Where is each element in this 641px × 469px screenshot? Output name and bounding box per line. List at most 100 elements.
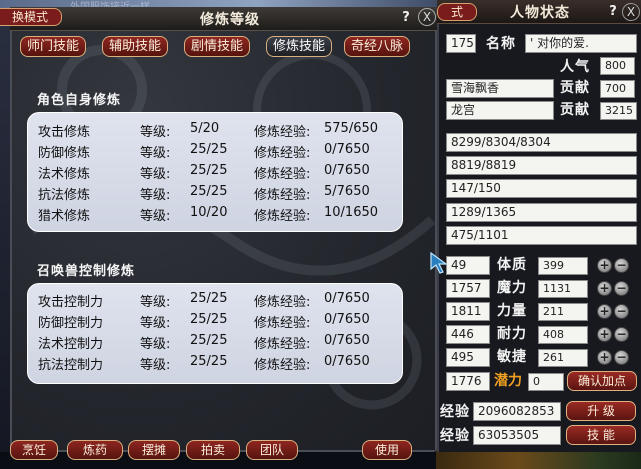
name-label: 名称: [486, 36, 516, 52]
plus-icon[interactable]: +: [597, 281, 612, 296]
cooking-button[interactable]: 烹饪: [10, 440, 58, 460]
attr-label-magic: 魔力: [497, 280, 527, 296]
cultivation-row: 抗法控制力 等级: 25/25 修炼经验: 0/7650: [38, 354, 398, 375]
skills-button[interactable]: 技 能: [566, 425, 636, 445]
row-name: 法术修炼: [38, 167, 91, 182]
minus-icon[interactable]: −: [614, 327, 629, 342]
attr-left-value: 1757: [446, 279, 490, 298]
character-help-button[interactable]: ?: [605, 4, 621, 20]
pet-cultivation-box: 攻击控制力 等级: 25/25 修炼经验: 0/7650 防御控制力 等级: 2…: [27, 283, 403, 384]
row-exp: 575/650: [324, 121, 379, 136]
minus-icon[interactable]: −: [614, 281, 629, 296]
row-exp: 0/7650: [324, 333, 370, 348]
auction-button[interactable]: 拍卖: [186, 440, 240, 460]
row-level: 10/20: [190, 205, 228, 220]
sect-field: 龙宫: [446, 101, 554, 120]
row-exp: 0/7650: [324, 163, 370, 178]
row-level-label: 等级:: [140, 125, 171, 140]
level-up-button[interactable]: 升 级: [566, 401, 636, 421]
dialog-help-button[interactable]: ?: [398, 10, 414, 26]
tab-support-skills[interactable]: 辅助技能: [102, 36, 168, 57]
vitality-bar: 1289/1365: [446, 203, 637, 222]
row-level-label: 等级:: [140, 316, 171, 331]
tab-story-skills[interactable]: 剧情技能: [184, 36, 250, 57]
row-level: 25/25: [190, 142, 228, 157]
exp-field: 2096082853: [473, 402, 561, 421]
popularity-field: 800: [600, 57, 635, 75]
tab-sect-skills[interactable]: 师门技能: [20, 36, 86, 57]
team-button[interactable]: 团队: [246, 440, 298, 460]
attr-value-agility: 261: [538, 349, 588, 367]
character-close-button[interactable]: X: [622, 3, 640, 21]
attr-value-constitution: 399: [538, 257, 588, 275]
potential-label: 潜力: [494, 373, 522, 389]
character-mode-tab[interactable]: 式: [437, 3, 477, 21]
cultivation-row: 法术修炼 等级: 25/25 修炼经验: 0/7650: [38, 163, 398, 184]
minus-icon[interactable]: −: [614, 350, 629, 365]
dialog-close-button[interactable]: X: [418, 8, 436, 26]
row-exp-label: 修炼经验:: [254, 337, 311, 352]
minus-icon[interactable]: −: [614, 304, 629, 319]
attr-left-value: 495: [446, 348, 490, 367]
attr-label-strength: 力量: [497, 303, 527, 319]
use-button[interactable]: 使用: [362, 440, 412, 460]
plus-icon[interactable]: +: [597, 327, 612, 342]
minus-icon[interactable]: −: [614, 258, 629, 273]
row-exp: 0/7650: [324, 354, 370, 369]
row-level-label: 等级:: [140, 146, 171, 161]
row-level-label: 等级:: [140, 295, 171, 310]
stall-button[interactable]: 摆摊: [128, 440, 180, 460]
alchemy-button[interactable]: 炼药: [67, 440, 123, 460]
exp2-label: 经验: [440, 428, 470, 444]
attr-left-value: 446: [446, 325, 490, 344]
row-exp-label: 修炼经验:: [254, 316, 311, 331]
row-name: 防御控制力: [38, 316, 104, 331]
popularity-label: 人气: [560, 59, 590, 75]
row-level: 25/25: [190, 291, 228, 306]
row-level-label: 等级:: [140, 209, 171, 224]
confirm-points-button[interactable]: 确认加点: [567, 371, 637, 391]
row-name: 防御修炼: [38, 146, 91, 161]
row-name: 法术控制力: [38, 337, 104, 352]
name-field: ' 对你的爱.: [525, 34, 637, 53]
faction-field: 雪海飘香: [446, 79, 554, 98]
exp-label: 经验: [440, 404, 470, 420]
row-exp-label: 修炼经验:: [254, 167, 311, 182]
plus-icon[interactable]: +: [597, 350, 612, 365]
anger-bar: 147/150: [446, 179, 637, 198]
row-name: 攻击修炼: [38, 125, 91, 140]
row-exp-label: 修炼经验:: [254, 146, 311, 161]
row-exp-label: 修炼经验:: [254, 358, 311, 373]
plus-icon[interactable]: +: [597, 258, 612, 273]
self-cultivation-box: 攻击修炼 等级: 5/20 修炼经验: 575/650 防御修炼 等级: 25/…: [27, 112, 403, 232]
cultivation-row: 法术控制力 等级: 25/25 修炼经验: 0/7650: [38, 333, 398, 354]
game-scene-left: [0, 12, 10, 452]
contribution-label: 贡献: [560, 80, 590, 96]
row-exp-label: 修炼经验:: [254, 295, 311, 310]
row-name: 猎术修炼: [38, 209, 91, 224]
cultivation-row: 防御控制力 等级: 25/25 修炼经验: 0/7650: [38, 312, 398, 333]
attr-left-value: 49: [446, 256, 490, 275]
tab-cultivation-skills[interactable]: 修炼技能: [266, 36, 332, 57]
pet-cultivation-title: 召唤兽控制修炼: [37, 264, 136, 279]
row-level: 25/25: [190, 184, 228, 199]
attr-value-strength: 211: [538, 303, 588, 321]
row-level: 5/20: [190, 121, 220, 136]
hp-bar: 8299/8304/8304: [446, 133, 637, 152]
plus-icon[interactable]: +: [597, 304, 612, 319]
dialog-title: 修炼等级: [200, 12, 260, 28]
mp-bar: 8819/8819: [446, 156, 637, 175]
cultivation-row: 攻击控制力 等级: 25/25 修炼经验: 0/7650: [38, 291, 398, 312]
row-level: 25/25: [190, 333, 228, 348]
contribution-field: 700: [600, 80, 635, 98]
attr-label-agility: 敏捷: [497, 349, 527, 365]
switch-mode-tab[interactable]: 换模式: [0, 8, 62, 26]
row-exp: 0/7650: [324, 142, 370, 157]
row-name: 抗法修炼: [38, 188, 91, 203]
attr-label-endurance: 耐力: [497, 326, 527, 342]
row-level-label: 等级:: [140, 167, 171, 182]
potential-left-value: 1776: [446, 372, 490, 391]
tab-meridians[interactable]: 奇经八脉: [344, 36, 410, 57]
character-panel-title: 人物状态: [510, 5, 570, 21]
contribution2-label: 贡献: [560, 102, 590, 118]
